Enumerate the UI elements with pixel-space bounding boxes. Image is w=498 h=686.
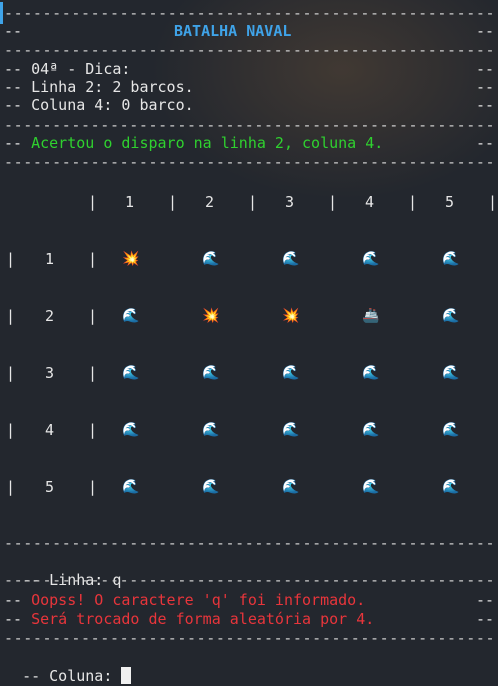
- divider: ----------------------------------------…: [4, 116, 494, 134]
- water-wave-icon: 🌊: [122, 308, 140, 324]
- explosion-icon: 💥: [282, 308, 300, 324]
- divider: ----------------------------------------…: [4, 41, 494, 59]
- hint-column: Coluna 4: 0 barco.: [31, 96, 194, 114]
- column-header: 1: [125, 193, 135, 211]
- row-separator-left: |: [6, 250, 16, 268]
- column-separator: |: [328, 193, 338, 211]
- row-separator-right: |: [88, 421, 98, 439]
- column-header: 4: [365, 193, 375, 211]
- row-separator-left: |: [6, 478, 16, 496]
- water-wave-icon: 🌊: [442, 251, 460, 267]
- divider: ----------------------------------------…: [4, 629, 494, 647]
- water-wave-icon: 🌊: [442, 479, 460, 495]
- water-wave-icon: 🌊: [362, 422, 380, 438]
- row-label: 5: [45, 478, 55, 496]
- row-separator-right: |: [88, 364, 98, 382]
- page-title: BATALHA NAVAL: [174, 22, 292, 40]
- water-wave-icon: 🌊: [202, 365, 220, 381]
- water-wave-icon: 🌊: [282, 479, 300, 495]
- divider: ----------------------------------------…: [4, 4, 494, 22]
- row-separator-left: |: [6, 421, 16, 439]
- row-label: 3: [45, 364, 55, 382]
- water-wave-icon: 🌊: [122, 422, 140, 438]
- error-row-2: -- Será trocado de forma aleatória por 4…: [4, 610, 494, 628]
- water-wave-icon: 🌊: [282, 365, 300, 381]
- message-row: -- Acertou o disparo na linha 2, coluna …: [4, 134, 494, 152]
- explosion-icon: 💥: [122, 251, 140, 267]
- water-wave-icon: 🌊: [362, 479, 380, 495]
- row-separator-right: |: [88, 478, 98, 496]
- column-separator: |: [88, 193, 98, 211]
- line-input-row: -- Linha: q: [22, 571, 122, 589]
- error-message-1: Oopss! O caractere 'q' foi informado.: [31, 591, 366, 609]
- water-wave-icon: 🌊: [282, 422, 300, 438]
- row-separator-left: |: [6, 364, 16, 382]
- error-message-2: Será trocado de forma aleatória por 4.: [31, 610, 375, 628]
- error-row-1: -- Oopss! O caractere 'q' foi informado.…: [4, 591, 494, 609]
- column-separator: |: [168, 193, 178, 211]
- water-wave-icon: 🌊: [442, 365, 460, 381]
- scroll-marker: [0, 2, 3, 24]
- column-separator: |: [408, 193, 418, 211]
- water-wave-icon: 🌊: [442, 308, 460, 324]
- row-separator-right: |: [88, 307, 98, 325]
- hint-column-row: -- Coluna 4: 0 barco. --: [4, 96, 494, 114]
- hint-title-row: -- 04ª - Dica: --: [4, 60, 494, 78]
- row-label: 1: [45, 250, 55, 268]
- column-header: 5: [445, 193, 455, 211]
- row-separator-left: |: [6, 307, 16, 325]
- column-separator: |: [488, 193, 498, 211]
- water-wave-icon: 🌊: [122, 365, 140, 381]
- row-separator-right: |: [88, 250, 98, 268]
- divider: ----------------------------------------…: [4, 534, 494, 552]
- column-header: 2: [205, 193, 215, 211]
- hint-line-row: -- Linha 2: 2 barcos. --: [4, 78, 494, 96]
- title-row: -- BATALHA NAVAL --: [4, 22, 494, 40]
- hint-line: Linha 2: 2 barcos.: [31, 78, 194, 96]
- water-wave-icon: 🌊: [202, 422, 220, 438]
- water-wave-icon: 🌊: [362, 251, 380, 267]
- water-wave-icon: 🌊: [282, 251, 300, 267]
- hint-title: 04ª - Dica:: [31, 60, 131, 78]
- ship-icon: 🚢: [362, 308, 380, 324]
- water-wave-icon: 🌊: [202, 479, 220, 495]
- column-header: 3: [285, 193, 295, 211]
- water-wave-icon: 🌊: [122, 479, 140, 495]
- water-wave-icon: 🌊: [442, 422, 460, 438]
- water-wave-icon: 🌊: [202, 251, 220, 267]
- divider: ----------------------------------------…: [4, 571, 494, 589]
- status-message: Acertou o disparo na linha 2, coluna 4.: [31, 134, 384, 152]
- row-label: 4: [45, 421, 55, 439]
- divider: ----------------------------------------…: [4, 153, 494, 171]
- row-label: 2: [45, 307, 55, 325]
- water-wave-icon: 🌊: [362, 365, 380, 381]
- explosion-icon: 💥: [202, 308, 220, 324]
- column-input-row: -- Coluna:: [4, 648, 494, 685]
- column-separator: |: [248, 193, 258, 211]
